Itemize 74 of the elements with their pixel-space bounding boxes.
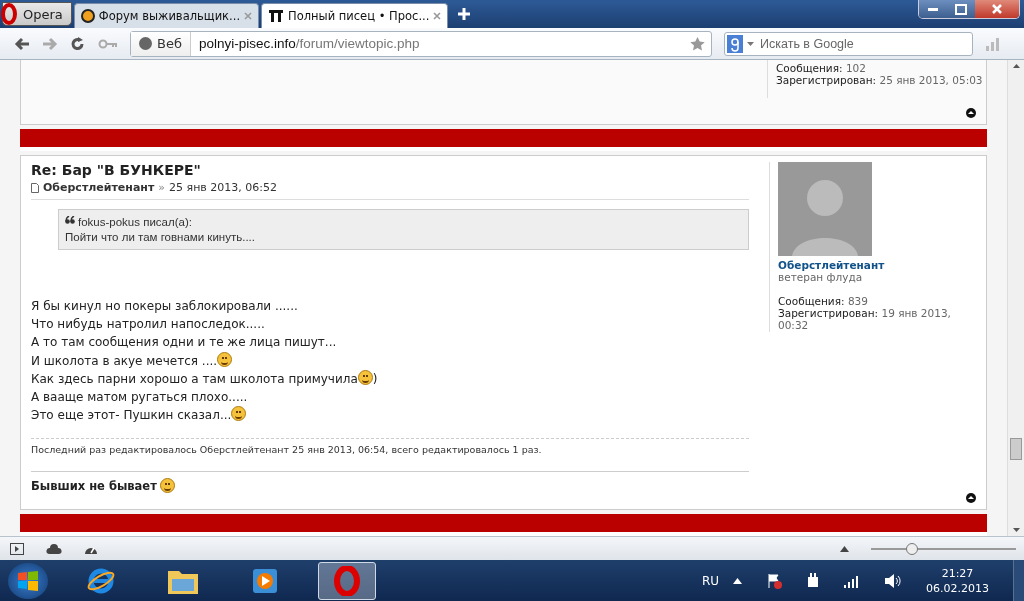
smiley-icon [159, 478, 175, 494]
scroll-up-icon[interactable] [1012, 64, 1020, 68]
document-icon [31, 182, 39, 193]
language-indicator[interactable]: RU [701, 573, 719, 588]
start-button[interactable] [8, 562, 48, 599]
profile-stat: Сообщения: 839 [778, 295, 869, 307]
quote-icon [65, 216, 75, 224]
post-text: А вааще матом ругаться плохо..... [31, 389, 248, 406]
back-icon[interactable] [14, 36, 30, 51]
profile-stat: Сообщения: 102 [776, 62, 867, 74]
profile-rank: ветеран флуда [778, 271, 864, 283]
clock-date: 06.02.2013 [926, 580, 989, 596]
browser-tab[interactable]: Форум выживальщик... [73, 3, 260, 28]
close-button[interactable] [975, 0, 1019, 18]
browser-tab[interactable]: Полный писец • Прос... [261, 3, 449, 28]
windows-logo-icon [17, 569, 39, 592]
post-text: Я бы кинул но покеры заблокировали ...... [31, 298, 298, 315]
favicon-icon [80, 9, 95, 23]
back-to-top-icon[interactable] [966, 108, 976, 118]
opera-menu-button[interactable]: Opera [2, 2, 72, 26]
bookmark-star-icon[interactable] [690, 36, 705, 51]
flag-icon[interactable] [766, 572, 782, 589]
cloud-icon[interactable] [46, 543, 62, 554]
clock-time: 21:27 [941, 565, 974, 581]
scrollbar-thumb[interactable] [1010, 438, 1022, 460]
close-icon [992, 4, 1002, 14]
close-icon[interactable] [433, 12, 442, 20]
profile-stat: Зарегистрирован: 19 янв 2013, 00:32 [778, 307, 952, 331]
search-engine-icon [727, 34, 743, 53]
edit-note: Последний раз редактировалось Оберстлейтенант 25 янв 2013, 06:54, всего редактировалось 1 раз. [31, 438, 749, 456]
media-player-icon [252, 567, 278, 594]
search-bar[interactable]: Искать в Google [724, 31, 973, 56]
scroll-down-icon[interactable] [1012, 528, 1020, 532]
post-text: И школота в акуе мечется .... [31, 352, 218, 370]
post-text: ) [372, 370, 378, 388]
back-to-top-icon[interactable] [966, 493, 976, 504]
restore-button[interactable] [947, 0, 975, 18]
post-author[interactable]: Оберстлейтенант [43, 181, 155, 194]
post-text: Что нибудь натролил напоследок..... [31, 316, 265, 334]
zoom-slider[interactable] [871, 542, 1016, 555]
signal-bars-icon [985, 36, 1001, 51]
favicon-icon [268, 9, 285, 23]
post-text: Как здесь парни хорошо а там школота примучила [31, 370, 358, 388]
speaker-icon[interactable] [884, 572, 902, 589]
caret-up-icon[interactable] [733, 577, 742, 584]
panel-toggle-icon[interactable] [10, 542, 24, 555]
taskbar-app-button[interactable] [318, 561, 376, 600]
new-tab-icon[interactable] [458, 8, 471, 20]
opera-logo-icon [334, 565, 360, 596]
dropdown-caret-icon[interactable] [747, 41, 754, 46]
profile-name[interactable]: Оберстлейтенант [778, 259, 976, 271]
quote-author: fokus-pokus писал(а): [78, 216, 192, 228]
network-bars-icon[interactable] [844, 573, 860, 588]
power-plug-icon[interactable] [806, 572, 820, 589]
address-field[interactable]: Веб polnyi-pisec.info/forum/viewtopic.php [130, 30, 712, 57]
caret-up-icon[interactable] [840, 545, 849, 552]
quote-text: Пойти что ли там говнами кинуть.... [65, 231, 256, 243]
separator-text: » [158, 181, 166, 194]
smiley-icon [357, 370, 373, 385]
smiley-icon [231, 406, 247, 422]
post-date: 25 янв 2013, 06:52 [169, 181, 278, 194]
minimize-button[interactable] [919, 0, 947, 18]
web-badge[interactable]: Веб [131, 31, 191, 56]
post-text: А то там сообщения одни и те же лица пишут... [31, 334, 337, 352]
url-text: polnyi-pisec.info/forum/viewtopic.php [197, 36, 421, 51]
search-field[interactable]: Искать в Google [758, 35, 962, 52]
post-title: Re: Бар "В БУНКЕРЕ" [31, 162, 202, 178]
profile-stat: Зарегистрирован: 25 янв 2013, 05:03 [776, 74, 984, 86]
signature-text: Бывших не бывает [31, 478, 157, 493]
post-text: Это еще этот- Пушкин сказал... [31, 407, 232, 425]
reload-icon[interactable] [70, 35, 86, 52]
system-clock[interactable]: 21:27 06.02.2013 [926, 565, 989, 596]
smiley-icon [217, 351, 233, 367]
scrollbar[interactable] [1007, 60, 1024, 536]
